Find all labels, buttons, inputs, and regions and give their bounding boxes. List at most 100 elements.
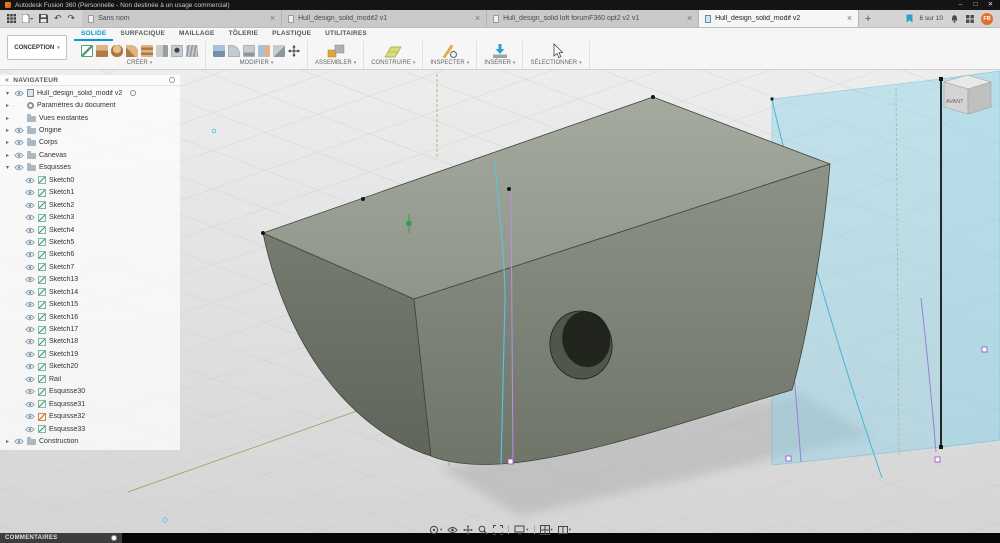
visibility-eye-icon[interactable] bbox=[25, 227, 35, 234]
navigator-item[interactable]: Sketch18 bbox=[0, 336, 180, 348]
navigator-item-label[interactable]: Origine bbox=[39, 127, 62, 134]
navigator-item-label[interactable]: Sketch13 bbox=[49, 276, 78, 283]
visibility-eye-icon[interactable] bbox=[25, 202, 35, 209]
rib-icon[interactable] bbox=[156, 45, 168, 57]
thread-icon[interactable] bbox=[186, 45, 198, 57]
expander-icon[interactable]: ▸ bbox=[4, 139, 11, 146]
navigator-item[interactable]: Esquisse32 bbox=[0, 410, 180, 422]
viewports-icon[interactable]: ▾ bbox=[558, 525, 571, 535]
close-tab-icon[interactable]: × bbox=[475, 14, 480, 23]
navigator-item-label[interactable]: Construction bbox=[39, 438, 78, 445]
navigator-item[interactable]: Sketch13 bbox=[0, 274, 180, 286]
navigator-item[interactable]: Sketch0 bbox=[0, 174, 180, 186]
navigator-item-label[interactable]: Sketch3 bbox=[49, 214, 74, 221]
new-tab-button[interactable]: + bbox=[859, 10, 877, 27]
navigator-item-label[interactable]: Esquisses bbox=[39, 164, 71, 171]
navigator-item-label[interactable]: Sketch7 bbox=[49, 264, 74, 271]
navigator-item[interactable]: ▸ Paramètres du document bbox=[0, 99, 180, 111]
navigator-item[interactable]: ▸ Corps bbox=[0, 137, 180, 149]
visibility-eye-icon[interactable] bbox=[14, 438, 24, 445]
visibility-eye-icon[interactable] bbox=[14, 127, 24, 134]
revolve-icon[interactable] bbox=[111, 45, 123, 57]
visibility-eye-icon[interactable] bbox=[25, 177, 35, 184]
combine-icon[interactable] bbox=[258, 45, 270, 57]
navigator-item[interactable]: Sketch16 bbox=[0, 311, 180, 323]
navigator-item-label[interactable]: Rail bbox=[49, 376, 61, 383]
visibility-eye-icon[interactable] bbox=[25, 426, 35, 433]
navigator-item-label[interactable]: Hull_design_solid_modif v2 bbox=[37, 90, 122, 97]
ribbon-tab-surfacique[interactable]: SURFACIQUE bbox=[113, 28, 172, 41]
visibility-eye-icon[interactable] bbox=[25, 239, 35, 246]
visibility-eye-icon[interactable] bbox=[25, 314, 35, 321]
sweep-icon[interactable] bbox=[126, 45, 138, 57]
navigator-item[interactable]: ▾ Hull_design_solid_modif v2 bbox=[0, 87, 180, 99]
display-settings-icon[interactable]: ▾ bbox=[514, 525, 528, 535]
fillet-icon[interactable] bbox=[228, 45, 240, 57]
visibility-eye-icon[interactable] bbox=[25, 214, 35, 221]
visibility-eye-icon[interactable] bbox=[25, 276, 35, 283]
redo-icon[interactable]: ↷ bbox=[68, 14, 76, 23]
extrude-icon[interactable] bbox=[96, 45, 108, 57]
document-tab[interactable]: Hull_design_solid_modif v2 × bbox=[699, 10, 859, 27]
close-tab-icon[interactable]: × bbox=[270, 14, 275, 23]
modify-menu-button[interactable]: MODIFIER▾ bbox=[240, 60, 274, 66]
navigator-item[interactable]: ▸ Canevas bbox=[0, 149, 180, 161]
navigator-item[interactable]: ▸ Construction bbox=[0, 435, 180, 447]
move-copy-icon[interactable] bbox=[288, 45, 300, 57]
select-cursor-icon[interactable] bbox=[546, 43, 566, 59]
navigator-item[interactable]: ▾ Esquisses bbox=[0, 162, 180, 174]
split-body-icon[interactable] bbox=[273, 45, 285, 57]
visibility-eye-icon[interactable] bbox=[25, 189, 35, 196]
workspace-selector[interactable]: CONCEPTION ▾ bbox=[7, 35, 67, 60]
navigator-item[interactable]: Sketch3 bbox=[0, 211, 180, 223]
expander-icon[interactable]: ▸ bbox=[4, 438, 11, 445]
navigator-item-label[interactable]: Esquisse33 bbox=[49, 426, 85, 433]
visibility-eye-icon[interactable] bbox=[25, 376, 35, 383]
activate-component-radio[interactable] bbox=[130, 90, 136, 96]
press-pull-icon[interactable] bbox=[213, 45, 225, 57]
visibility-eye-icon[interactable] bbox=[25, 401, 35, 408]
create-sketch-icon[interactable] bbox=[81, 45, 93, 57]
visibility-eye-icon[interactable] bbox=[25, 289, 35, 296]
new-component-icon[interactable] bbox=[326, 43, 346, 59]
insert-menu-button[interactable]: INSÉRER▾ bbox=[484, 60, 515, 66]
navigator-item[interactable]: Sketch7 bbox=[0, 261, 180, 273]
document-tab[interactable]: Hull_design_solid_modif2 v1 × bbox=[282, 10, 487, 27]
save-icon[interactable] bbox=[39, 14, 48, 23]
maximize-button[interactable]: □ bbox=[968, 0, 983, 10]
comments-options-icon[interactable] bbox=[111, 535, 117, 541]
navigator-item[interactable]: Sketch17 bbox=[0, 323, 180, 335]
file-menu-icon[interactable] bbox=[22, 14, 33, 23]
expander-icon[interactable]: ▾ bbox=[4, 164, 11, 171]
navigator-item[interactable]: Sketch6 bbox=[0, 249, 180, 261]
visibility-eye-icon[interactable] bbox=[14, 164, 24, 171]
navigator-item-label[interactable]: Vues existantes bbox=[39, 115, 88, 122]
navigator-item-label[interactable]: Esquisse32 bbox=[49, 413, 85, 420]
navigator-item-label[interactable]: Sketch4 bbox=[49, 227, 74, 234]
loft-icon[interactable] bbox=[141, 45, 153, 57]
navigator-item-label[interactable]: Paramètres du document bbox=[37, 102, 116, 109]
navigator-item-label[interactable]: Sketch15 bbox=[49, 301, 78, 308]
measure-icon[interactable] bbox=[440, 43, 460, 59]
close-tab-icon[interactable]: × bbox=[687, 14, 692, 23]
navigator-item-label[interactable]: Sketch6 bbox=[49, 251, 74, 258]
navigator-item-label[interactable]: Esquisse30 bbox=[49, 388, 85, 395]
navigator-item-label[interactable]: Sketch16 bbox=[49, 314, 78, 321]
navigator-item[interactable]: ▸ Vues existantes bbox=[0, 112, 180, 124]
expander-icon[interactable]: ▸ bbox=[4, 127, 11, 134]
navigator-item-label[interactable]: Sketch14 bbox=[49, 289, 78, 296]
ribbon-tab-plastique[interactable]: PLASTIQUE bbox=[265, 28, 318, 41]
navigator-item[interactable]: Sketch19 bbox=[0, 348, 180, 360]
panel-options-icon[interactable] bbox=[169, 77, 175, 83]
navigator-item-label[interactable]: Sketch1 bbox=[49, 189, 74, 196]
hole-icon[interactable] bbox=[171, 45, 183, 57]
visibility-eye-icon[interactable] bbox=[25, 338, 35, 345]
orbit-icon[interactable]: ▾ bbox=[429, 525, 442, 535]
construction-plane-icon[interactable] bbox=[383, 43, 403, 59]
visibility-eye-icon[interactable] bbox=[25, 251, 35, 258]
inspect-menu-button[interactable]: INSPECTER▾ bbox=[430, 60, 469, 66]
data-panel-toggle-icon[interactable] bbox=[7, 14, 16, 23]
navigator-item-label[interactable]: Sketch18 bbox=[49, 338, 78, 345]
grid-settings-icon[interactable]: ▾ bbox=[540, 525, 553, 535]
construct-menu-button[interactable]: CONSTRUIRE▾ bbox=[371, 60, 415, 66]
